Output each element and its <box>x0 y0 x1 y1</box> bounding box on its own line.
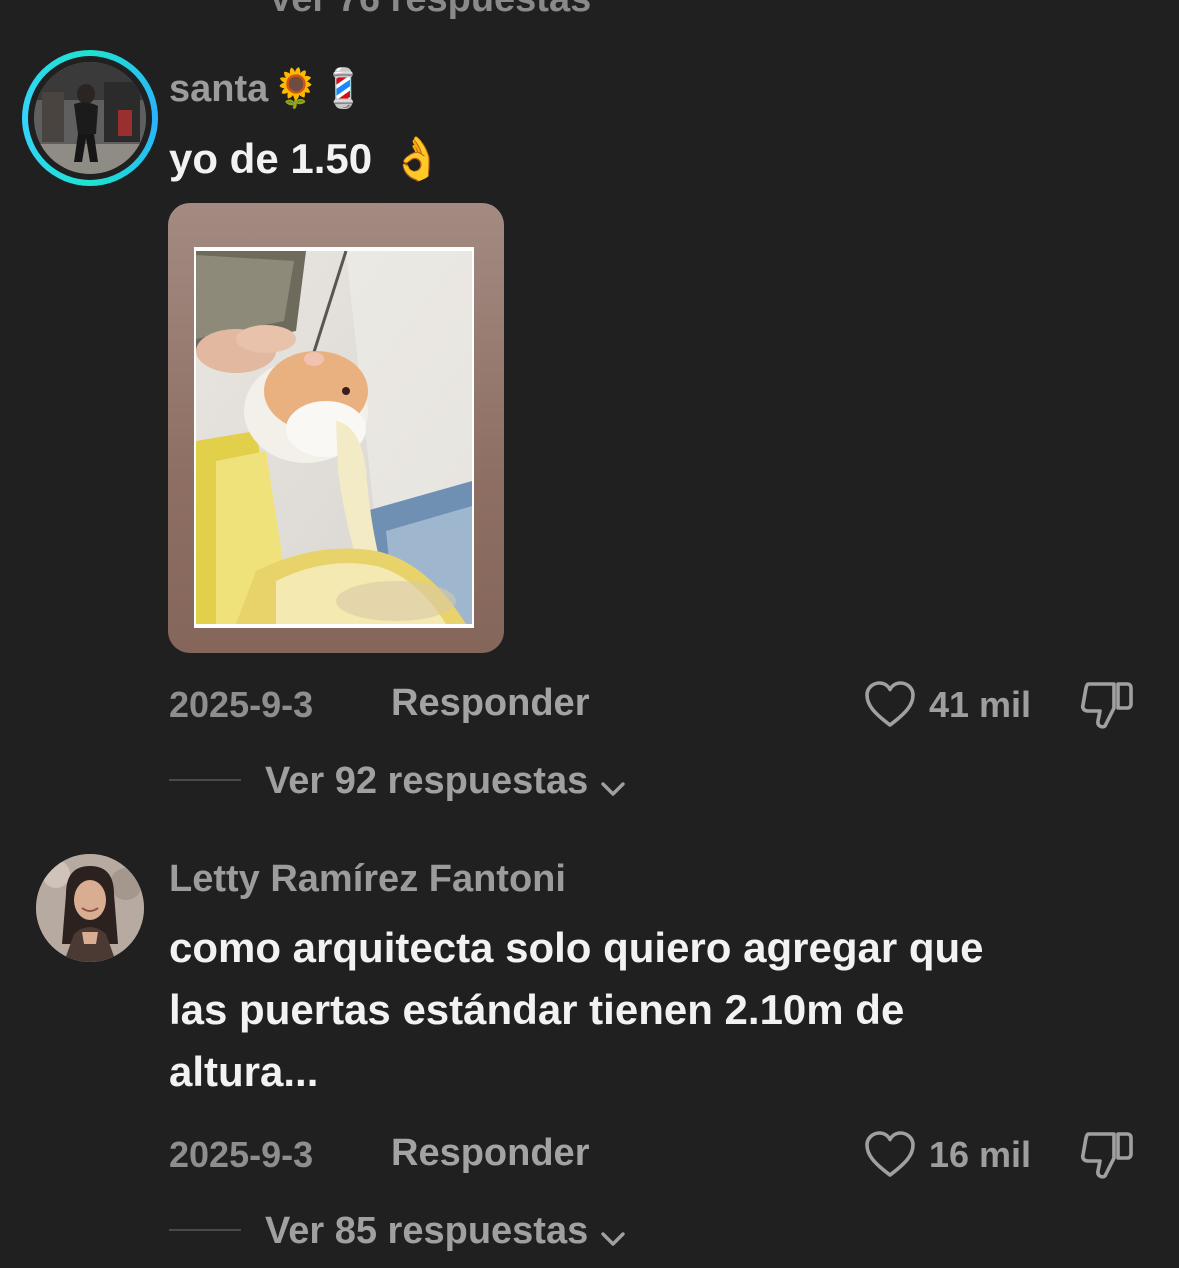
comment-text-line: las puertas estándar tienen 2.10m de <box>169 986 905 1033</box>
view-replies-button[interactable]: Ver 85 respuestas <box>265 1210 627 1253</box>
comment-username[interactable]: santa <box>169 68 268 110</box>
comment-text-line: como arquitecta solo quiero agregar que <box>169 924 984 971</box>
view-replies-label: Ver 85 respuestas <box>265 1210 589 1252</box>
comment-text: como arquitecta solo quiero agregar que … <box>169 917 1159 1103</box>
comment-date: 2025-9-3 <box>169 1134 314 1175</box>
reply-button[interactable]: Responder <box>391 1132 589 1175</box>
avatar[interactable] <box>22 50 158 186</box>
previous-view-replies-link[interactable]: Ver 76 respuestas <box>268 0 591 21</box>
like-count: 16 mil <box>929 1134 1032 1175</box>
like-count: 41 mil <box>929 684 1032 725</box>
view-replies-button[interactable]: Ver 92 respuestas <box>265 760 627 803</box>
heart-icon[interactable] <box>864 1131 916 1179</box>
replies-divider <box>169 779 241 781</box>
comment-image[interactable] <box>168 203 504 653</box>
ok-hand-emoji: 👌 <box>390 134 443 183</box>
comment-text: yo de 1.50 <box>169 135 373 182</box>
replies-divider <box>169 1229 241 1231</box>
thumbs-down-icon[interactable] <box>1080 1130 1134 1182</box>
thumbs-down-icon[interactable] <box>1080 680 1134 732</box>
comment-text-line: altura... <box>169 1048 319 1095</box>
comment-date: 2025-9-3 <box>169 684 314 725</box>
comment-username[interactable]: Letty Ramírez Fantoni <box>169 858 566 901</box>
chevron-down-icon <box>599 779 627 799</box>
avatar[interactable] <box>36 854 144 962</box>
heart-icon[interactable] <box>864 681 916 729</box>
chevron-down-icon <box>599 1229 627 1249</box>
reply-button[interactable]: Responder <box>391 682 589 725</box>
view-replies-label: Ver 92 respuestas <box>265 760 589 802</box>
username-emojis: 🌻💈 <box>272 66 367 110</box>
